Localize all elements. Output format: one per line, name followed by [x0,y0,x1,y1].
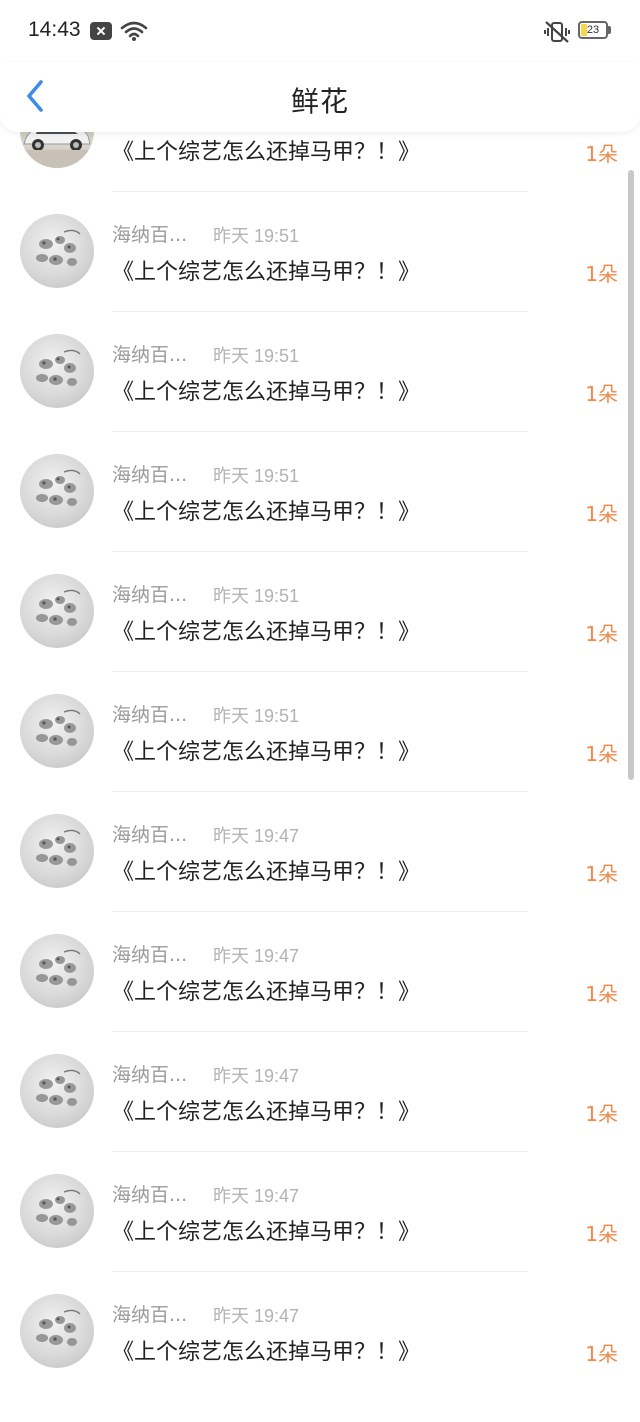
message-text: 《上个综艺怎么还掉马甲？！》 [112,140,421,165]
message-text: 《上个综艺怎么还掉马甲？！》 [112,1100,421,1125]
vibrate-off-icon [543,20,571,48]
list-item[interactable]: 海纳百... 昨天 19:51 《上个综艺怎么还掉马甲？！》 1朵 [0,432,640,552]
avatar[interactable] [20,1174,94,1248]
message-text: 《上个综艺怎么还掉马甲？！》 [112,980,421,1005]
list-item[interactable]: 海纳百... 昨天 19:47 《上个综艺怎么还掉马甲？！》 1朵 [0,1272,640,1392]
flower-count: 1朵 [585,382,618,406]
avatar[interactable] [20,1294,94,1368]
flower-count: 1朵 [585,862,618,886]
avatar[interactable] [20,934,94,1008]
message-text: 《上个综艺怎么还掉马甲？！》 [112,260,421,285]
status-bar: 14:43 23 [0,0,640,62]
flower-count: 1朵 [585,1222,618,1246]
timestamp: 昨天 19:47 [213,1066,300,1086]
battery-level: 23 [586,24,600,36]
page-title: 鲜花 [290,85,349,118]
nav-bar: 鲜花 [0,62,640,132]
avatar[interactable] [20,214,94,288]
list-item[interactable]: 海纳百... 昨天 19:51 《上个综艺怎么还掉马甲？！》 1朵 [0,312,640,432]
sender-name: 海纳百... [112,1184,188,1206]
timestamp: 昨天 19:51 [213,226,300,246]
list-item[interactable]: 海纳百... 昨天 19:51 《上个综艺怎么还掉马甲？！》 1朵 [0,192,640,312]
message-text: 《上个综艺怎么还掉马甲？！》 [112,1340,421,1365]
timestamp: 昨天 19:51 [213,346,300,366]
list-item[interactable]: 海纳百... 昨天 19:51 《上个综艺怎么还掉马甲？！》 1朵 [0,672,640,792]
sender-name: 海纳百... [112,464,188,486]
flower-count: 1朵 [585,1342,618,1366]
message-text: 《上个综艺怎么还掉马甲？！》 [112,620,421,645]
timestamp: 昨天 19:47 [213,1306,300,1326]
avatar[interactable] [20,334,94,408]
timestamp: 昨天 19:51 [213,706,300,726]
timestamp: 昨天 19:47 [213,946,300,966]
flower-count: 1朵 [585,262,618,286]
avatar[interactable] [20,574,94,648]
flower-count: 1朵 [585,502,618,526]
avatar[interactable] [20,694,94,768]
flower-list: 黄瑶琪今天 01:13《上个综艺怎么还掉马甲？！》1朵 海纳百...昨天 19:… [0,92,640,1422]
wifi-icon [120,20,148,46]
flower-count: 1朵 [585,1102,618,1126]
notification-close-icon [90,22,112,40]
sender-name: 海纳百... [112,704,188,726]
flower-count: 1朵 [585,622,618,646]
list-item[interactable]: 海纳百... 昨天 19:51 《上个综艺怎么还掉马甲？！》 1朵 [0,552,640,672]
message-text: 《上个综艺怎么还掉马甲？！》 [112,500,421,525]
sender-name: 海纳百... [112,1304,188,1326]
list-item[interactable]: 海纳百... 昨天 19:47 《上个综艺怎么还掉马甲？！》 1朵 [0,912,640,1032]
scrollbar[interactable] [628,170,634,780]
avatar[interactable] [20,1054,94,1128]
message-text: 《上个综艺怎么还掉马甲？！》 [112,740,421,765]
list-item[interactable]: 海纳百... 昨天 19:47 《上个综艺怎么还掉马甲？！》 1朵 [0,1152,640,1272]
timestamp: 昨天 19:51 [213,466,300,486]
sender-name: 海纳百... [112,224,188,246]
avatar[interactable] [20,814,94,888]
message-text: 《上个综艺怎么还掉马甲？！》 [112,860,421,885]
sender-name: 海纳百... [112,944,188,966]
timestamp: 昨天 19:51 [213,586,300,606]
flower-count: 1朵 [585,742,618,766]
timestamp: 昨天 19:47 [213,826,300,846]
battery-icon: 23 [578,21,608,39]
sender-name: 海纳百... [112,584,188,606]
list-item[interactable]: 海纳百... 昨天 19:47 《上个综艺怎么还掉马甲？！》 1朵 [0,792,640,912]
message-text: 《上个综艺怎么还掉马甲？！》 [112,380,421,405]
sender-name: 海纳百... [112,824,188,846]
message-text: 《上个综艺怎么还掉马甲？！》 [112,1220,421,1245]
sender-name: 海纳百... [112,1064,188,1086]
status-time: 14:43 [28,18,81,41]
flower-count: 1朵 [585,142,618,166]
list-item[interactable]: 海纳百... 昨天 19:47 《上个综艺怎么还掉马甲？！》 1朵 [0,1032,640,1152]
flower-count: 1朵 [585,982,618,1006]
sender-name: 海纳百... [112,344,188,366]
timestamp: 昨天 19:47 [213,1186,300,1206]
avatar[interactable] [20,454,94,528]
